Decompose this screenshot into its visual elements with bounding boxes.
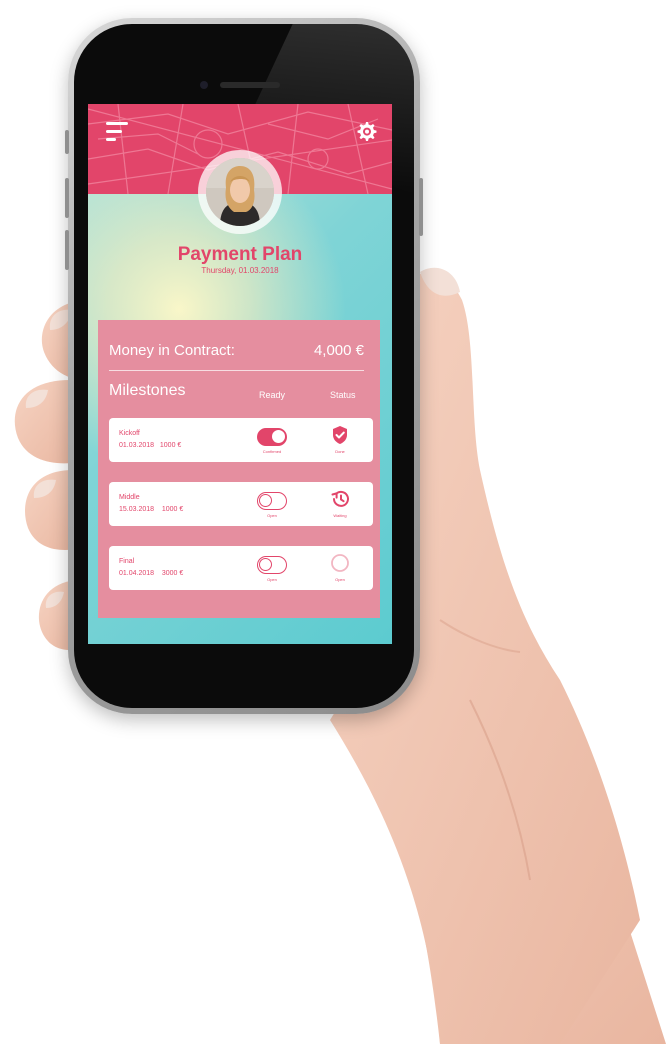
milestone-date: 01.04.2018 [119,570,155,577]
profile-photo [206,158,274,226]
status-label: Open [335,577,345,582]
earpiece-speaker [220,82,280,88]
milestone-row-kickoff[interactable]: Kickoff 01.03.2018 1000 € Confirmed Done [109,418,373,462]
ready-label: Open [267,577,277,582]
app-screen: Payment Plan Thursday, 01.03.2018 Money … [88,104,392,644]
toggle-knob [272,430,285,443]
gear-icon[interactable] [354,120,378,144]
page-date: Thursday, 01.03.2018 [201,266,279,275]
milestone-date: 01.03.2018 [119,442,155,449]
toggle-knob [259,494,272,507]
ready-toggle[interactable] [257,556,287,574]
milestone-date-amount: 15.03.2018 1000 € [119,506,183,513]
ready-toggle[interactable] [257,492,287,510]
menu-icon[interactable] [106,122,130,142]
money-label: Money in Contract: [109,342,235,359]
column-ready-header: Ready [259,390,286,400]
status-label: Waiting [333,513,347,518]
milestone-name: Final [119,558,135,565]
milestone-amount: 3000 € [161,570,184,577]
history-clock-icon [331,490,349,507]
milestone-name: Middle [119,494,140,501]
shield-check-icon [333,426,347,444]
open-circle-icon [331,554,349,572]
toggle-knob [259,558,272,571]
money-value: 4,000 € [313,342,364,359]
front-camera [200,81,208,89]
ready-toggle[interactable] [257,428,287,446]
milestone-date: 15.03.2018 [119,506,155,513]
milestone-amount: 1000 € [161,506,184,513]
milestones-heading: Milestones [109,382,186,399]
avatar-ring [198,150,282,234]
milestone-date-amount: 01.04.2018 3000 € [119,570,183,577]
power-button [419,178,423,236]
volume-up-button [65,178,69,218]
ready-label: Open [267,513,277,518]
milestone-row-middle[interactable]: Middle 15.03.2018 1000 € Open Waiting [109,482,373,526]
milestone-date-amount: 01.03.2018 1000 € [119,442,181,449]
column-status-header: Status [330,390,356,400]
volume-down-button [65,230,69,270]
milestone-row-final[interactable]: Final 01.04.2018 3000 € Open Open [109,546,373,590]
milestone-amount: 1000 € [159,442,182,449]
mute-switch [65,130,69,154]
page-title: Payment Plan [177,244,303,265]
divider [109,370,364,371]
milestone-name: Kickoff [119,430,140,437]
contract-card: Money in Contract: 4,000 € Milestones Re… [98,320,380,618]
ready-label: Confirmed [262,449,282,454]
status-label: Done [335,449,345,454]
avatar[interactable] [206,158,274,226]
